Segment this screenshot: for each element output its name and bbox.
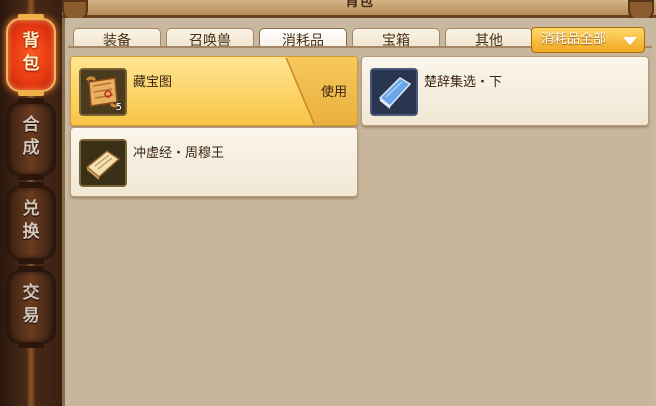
item-card-chongxu-book[interactable]: 冲虚经・周穆王 bbox=[70, 127, 358, 197]
filter-dropdown-value: 消耗品全部 bbox=[541, 32, 607, 47]
blue-book-icon bbox=[370, 68, 418, 116]
tab-cap bbox=[18, 14, 44, 20]
treasure-map-icon: 5 bbox=[79, 68, 127, 116]
use-button-label: 使用 bbox=[320, 85, 347, 100]
item-card-treasure-map[interactable]: 5 藏宝图 使用 bbox=[70, 56, 358, 126]
item-name: 楚辞集选・下 bbox=[424, 75, 503, 90]
window-titlebar: 背包 bbox=[62, 0, 656, 18]
side-tab-trade[interactable]: 交 易 bbox=[6, 266, 56, 348]
tab-cap bbox=[18, 342, 44, 348]
tab-cap bbox=[18, 174, 44, 180]
window-title: 背包 bbox=[345, 0, 373, 10]
filter-dropdown[interactable]: 消耗品全部 bbox=[531, 27, 645, 53]
chevron-down-icon bbox=[623, 37, 637, 45]
tab-cap bbox=[18, 98, 44, 104]
tab-cap bbox=[18, 182, 44, 188]
scroll-book-icon bbox=[79, 139, 127, 187]
tab-cap bbox=[18, 258, 44, 264]
side-nav: 背 包 合 成 兑 换 交 易 bbox=[0, 0, 62, 406]
item-quantity: 5 bbox=[115, 102, 122, 113]
side-tab-exchange[interactable]: 兑 换 bbox=[6, 182, 56, 264]
side-tab-synthesize[interactable]: 合 成 bbox=[6, 98, 56, 180]
side-tab-label: 合 成 bbox=[22, 115, 40, 158]
item-name: 冲虚经・周穆王 bbox=[133, 146, 225, 161]
side-tab-label: 交 易 bbox=[22, 283, 40, 326]
item-card-chuci-book[interactable]: 楚辞集选・下 bbox=[361, 56, 649, 126]
use-button[interactable]: 使用 bbox=[285, 57, 357, 125]
item-name: 藏宝图 bbox=[133, 75, 173, 90]
tab-cap bbox=[18, 90, 44, 96]
side-tab-label: 背 包 bbox=[22, 31, 40, 74]
tab-cap bbox=[18, 266, 44, 272]
side-tab-bag[interactable]: 背 包 bbox=[6, 14, 56, 96]
side-tab-label: 兑 换 bbox=[22, 199, 40, 242]
